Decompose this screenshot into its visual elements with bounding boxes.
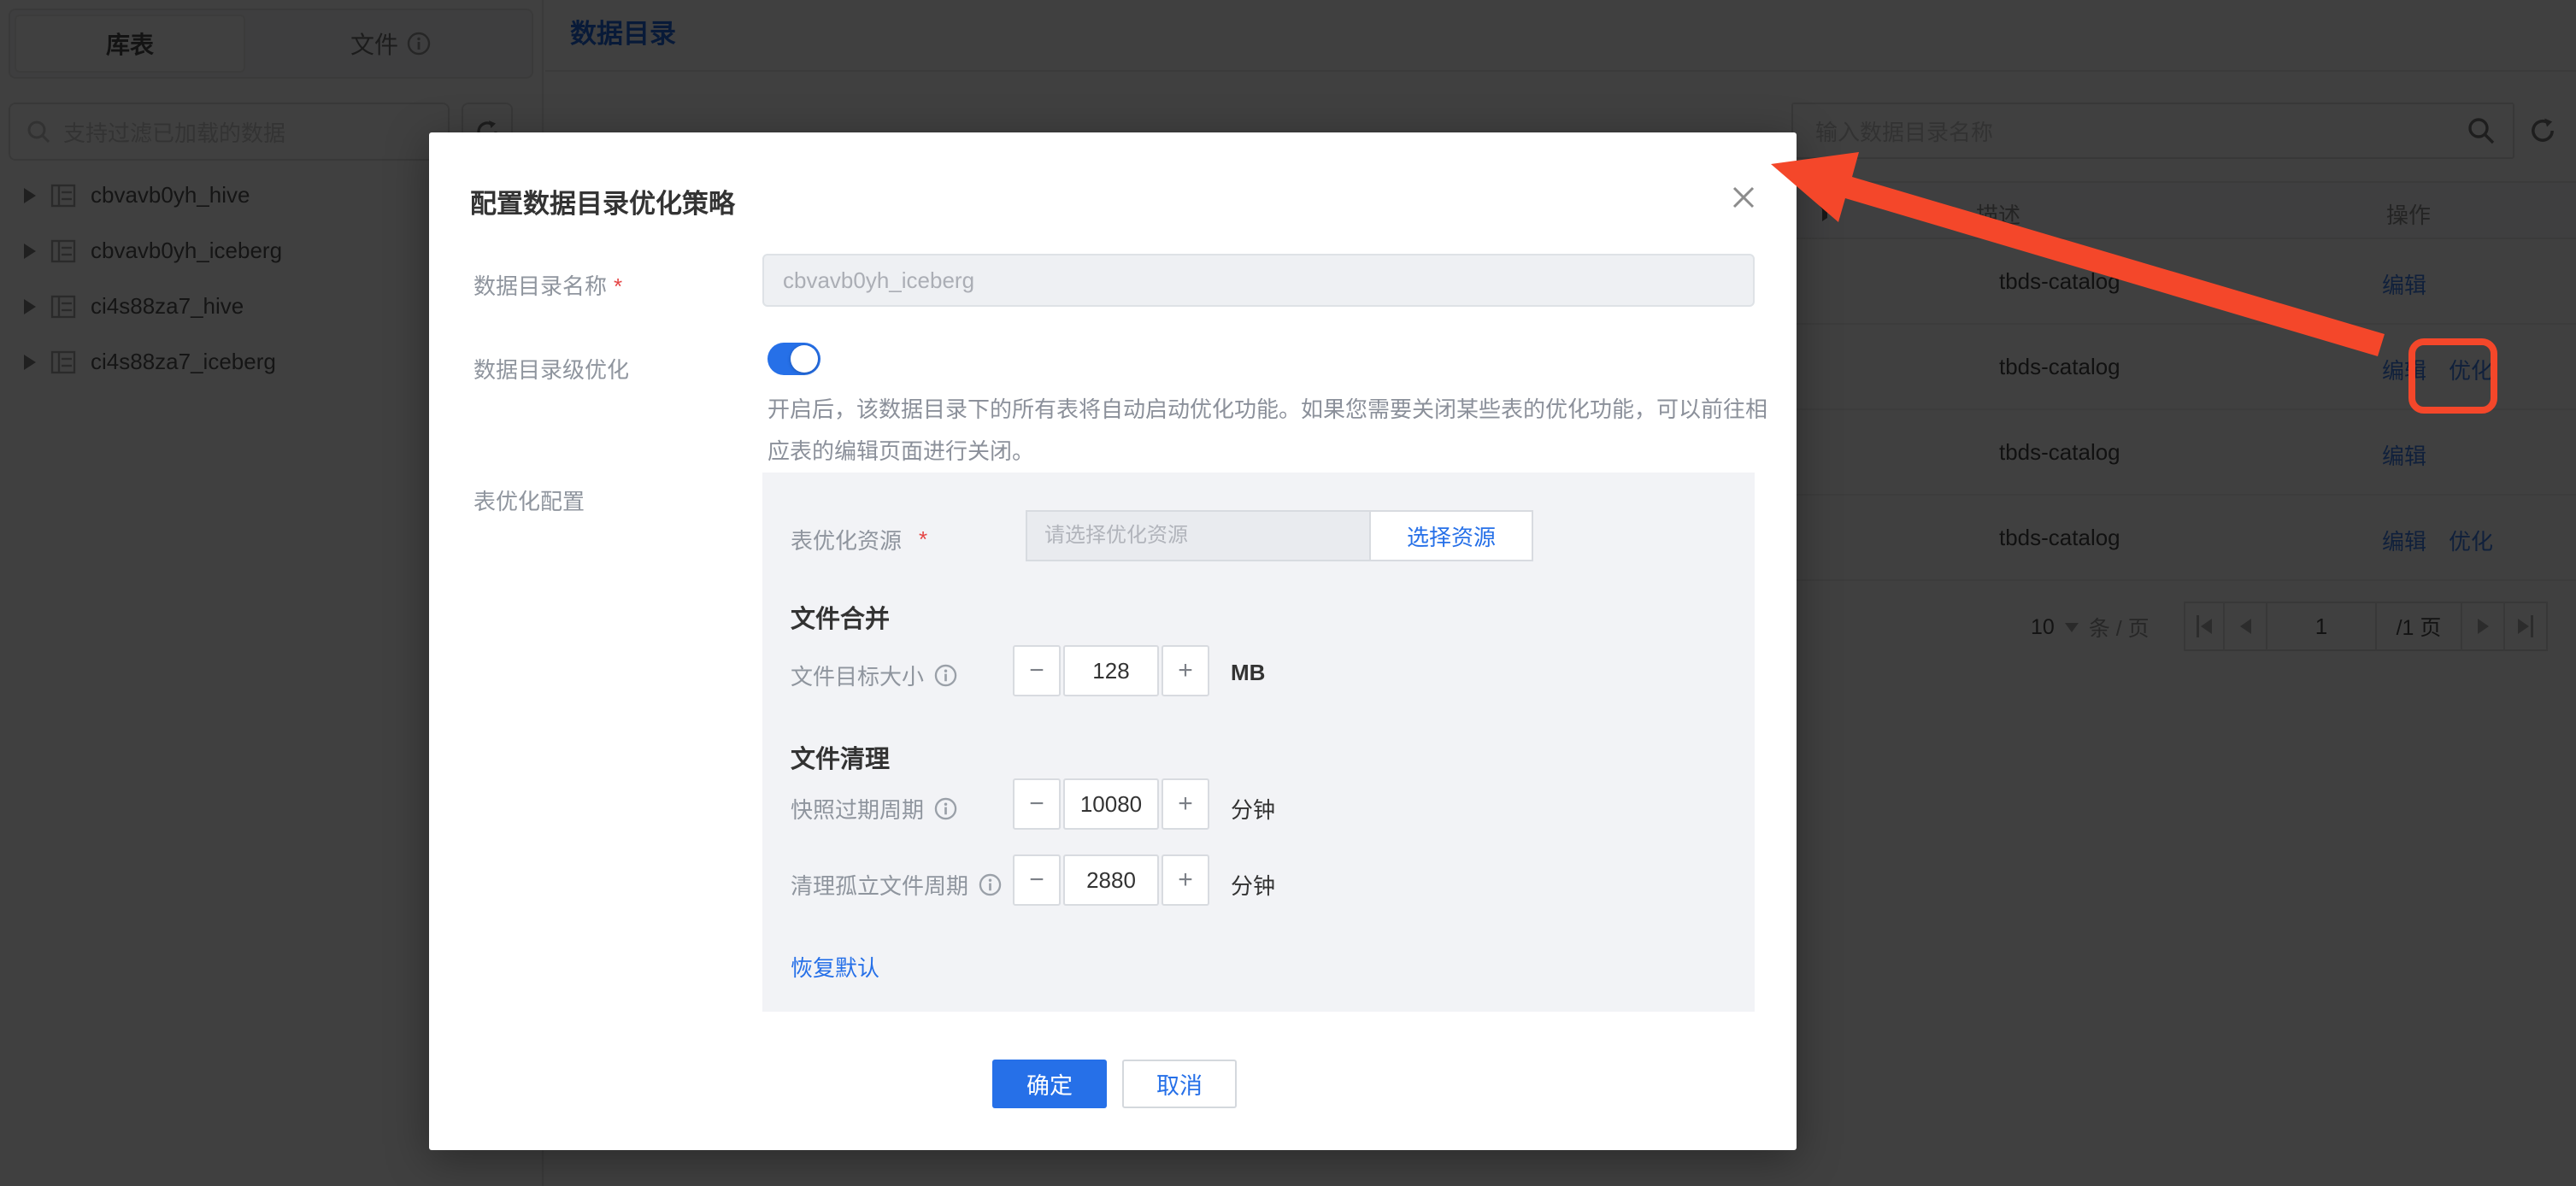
optimization-policy-modal: 配置数据目录优化策略 数据目录名称 * cbvavb0yh_iceberg 数据目… (429, 132, 1797, 1150)
restore-default-link[interactable]: 恢复默认 (791, 951, 879, 983)
merge-heading: 文件合并 (791, 606, 891, 633)
table-opt-panel: 表优化资源 * 请选择优化资源 选择资源 文件合并 文件目标大小 − 128 + … (762, 473, 1755, 1012)
orphan-clean-label: 清理孤立文件周期 (791, 869, 1002, 901)
orphan-clean-stepper: − 2880 + (1013, 854, 1209, 906)
clean-heading: 文件清理 (791, 746, 891, 773)
target-size-value[interactable]: 128 (1063, 645, 1159, 696)
confirm-button[interactable]: 确定 (992, 1060, 1107, 1108)
info-icon[interactable] (979, 873, 1002, 896)
target-size-label: 文件目标大小 (791, 660, 957, 691)
catalog-name-input: cbvavb0yh_iceberg (762, 254, 1755, 307)
info-icon[interactable] (934, 797, 957, 820)
snapshot-expire-stepper: − 10080 + (1013, 778, 1209, 830)
resource-label: 表优化资源 * (791, 526, 928, 554)
minus-button[interactable]: − (1013, 645, 1061, 696)
target-size-unit: MB (1231, 660, 1266, 685)
table-opt-label: 表优化配置 (473, 489, 585, 514)
screen: 库表 文件 支持过滤已加载的数据 (0, 0, 2576, 1186)
catalog-name-label: 数据目录名称 * (473, 273, 623, 299)
plus-button[interactable]: + (1162, 778, 1209, 830)
info-icon[interactable] (934, 664, 957, 687)
close-icon (1732, 186, 1755, 208)
required-mark: * (919, 526, 928, 552)
required-mark: * (614, 273, 623, 299)
target-size-stepper: − 128 + (1013, 645, 1209, 696)
close-button[interactable] (1721, 175, 1766, 220)
snapshot-expire-unit: 分钟 (1231, 797, 1276, 823)
plus-button[interactable]: + (1162, 854, 1209, 906)
minus-button[interactable]: − (1013, 778, 1061, 830)
resource-input[interactable]: 请选择优化资源 (1026, 510, 1369, 561)
cancel-button[interactable]: 取消 (1122, 1060, 1237, 1108)
orphan-clean-unit: 分钟 (1231, 873, 1276, 899)
orphan-clean-value[interactable]: 2880 (1063, 854, 1159, 906)
plus-button[interactable]: + (1162, 645, 1209, 696)
select-resource-button[interactable]: 选择资源 (1369, 510, 1533, 561)
snapshot-expire-label: 快照过期周期 (791, 793, 957, 825)
catalog-opt-description: 开启后，该数据目录下的所有表将自动启动优化功能。如果您需要关闭某些表的优化功能，… (768, 396, 1768, 464)
catalog-opt-toggle[interactable] (768, 343, 820, 375)
snapshot-expire-value[interactable]: 10080 (1063, 778, 1159, 830)
modal-title: 配置数据目录优化策略 (470, 189, 735, 219)
minus-button[interactable]: − (1013, 854, 1061, 906)
toggle-knob (791, 345, 818, 373)
catalog-opt-label: 数据目录级优化 (473, 357, 630, 383)
